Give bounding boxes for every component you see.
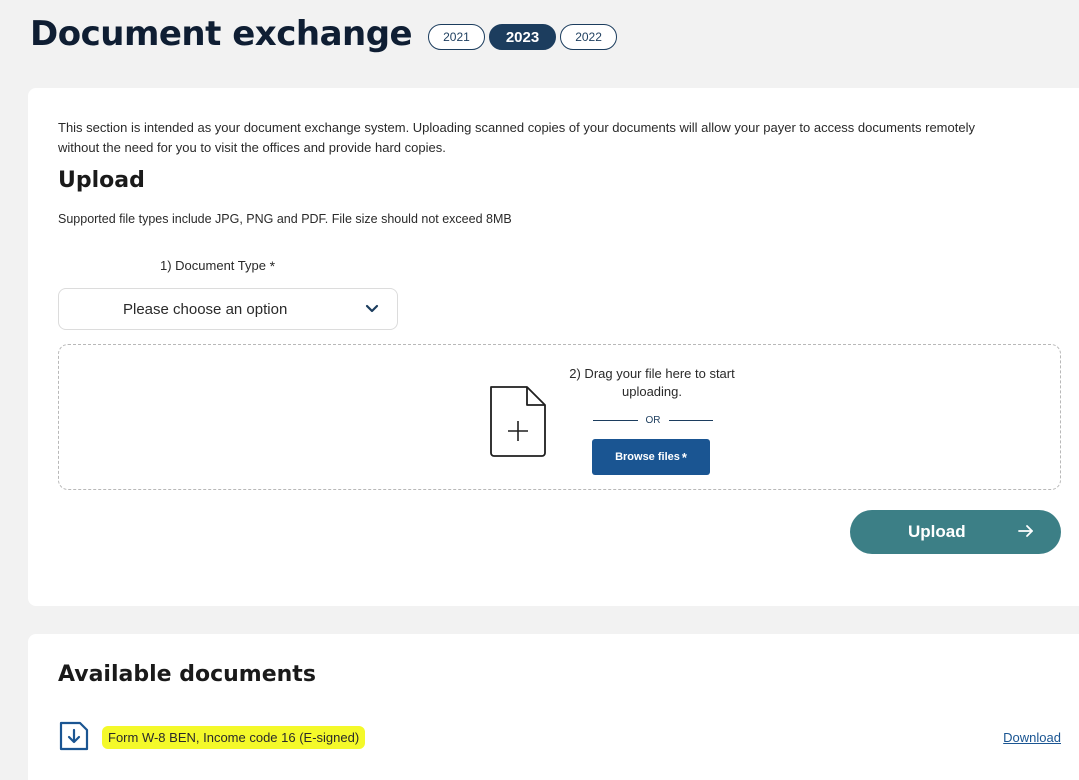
year-tab-2021[interactable]: 2021 [428, 24, 485, 50]
file-types-note: Supported file types include JPG, PNG an… [58, 212, 512, 226]
upload-button-label: Upload [908, 522, 966, 541]
file-add-icon [490, 386, 546, 457]
drag-instructions: 2) Drag your file here to start uploadin… [569, 366, 735, 399]
page-title: Document exchange [30, 14, 413, 54]
year-tabs: 2021 2023 2022 [428, 24, 617, 50]
or-divider: OR [593, 415, 713, 426]
browse-files-label: Browse files [615, 451, 680, 463]
document-type-select[interactable]: Please choose an option [58, 288, 398, 330]
document-type-label-text: 1) Document Type [160, 258, 266, 273]
document-type-label: 1) Document Type * [160, 258, 275, 274]
browse-files-button[interactable]: Browse files * [592, 439, 710, 475]
file-dropzone[interactable]: 2) Drag your file here to start uploadin… [58, 344, 1061, 490]
required-marker: * [269, 258, 276, 274]
intro-text: This section is intended as your documen… [58, 120, 975, 155]
page-header: Document exchange 2021 2023 2022 [30, 14, 617, 54]
download-document-icon[interactable] [58, 720, 90, 752]
upload-card: This section is intended as your documen… [28, 88, 1079, 606]
document-name: Form W-8 BEN, Income code 16 (E-signed) [102, 726, 366, 749]
browse-required-marker: * [681, 449, 687, 465]
available-documents-title: Available documents [58, 662, 316, 687]
document-row: Form W-8 BEN, Income code 16 (E-signed) … [58, 720, 1061, 754]
year-tab-2022[interactable]: 2022 [560, 24, 617, 50]
document-type-select-value: Please choose an option [123, 300, 288, 318]
or-text: OR [645, 415, 661, 426]
divider-line-right [668, 420, 713, 421]
year-tab-2023[interactable]: 2023 [488, 24, 557, 50]
upload-section-title: Upload [58, 168, 145, 193]
upload-button[interactable]: Upload [850, 510, 1061, 554]
available-documents-card: Available documents Form W-8 BEN, Income… [28, 634, 1079, 780]
chevron-down-icon [365, 304, 379, 313]
divider-line-left [593, 420, 638, 421]
arrow-right-icon [1018, 525, 1033, 537]
download-link[interactable]: Download [1003, 730, 1061, 745]
